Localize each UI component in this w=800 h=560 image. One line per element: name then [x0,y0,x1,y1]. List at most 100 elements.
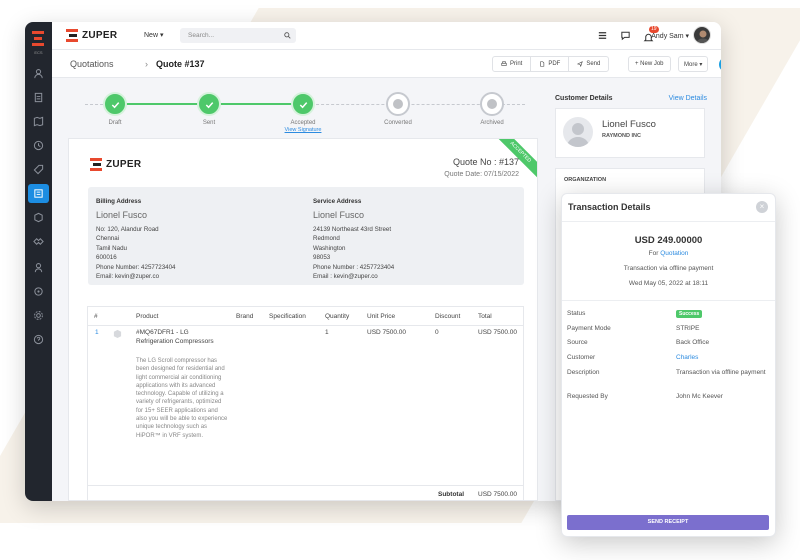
table-header: Product [136,313,159,320]
tag-icon[interactable] [31,162,46,177]
billing-heading: Billing Address [96,198,142,205]
customer-company: RAYMOND INC [602,133,641,139]
billing-line: No: 120, Alandur Road [96,225,159,233]
status-stepper: Draft Sent Accepted View Signature Conve… [65,92,545,136]
billing-address: Billing Address Lionel Fusco No: 120, Al… [96,197,175,282]
description-value: Transaction via offline payment [676,369,766,376]
handshake-icon[interactable] [31,234,46,249]
service-phone: Phone Number : 4257723404 [313,263,395,271]
step-label: Accepted [290,120,316,126]
tag-alt-icon[interactable] [31,284,46,299]
source-label: Source [567,339,588,346]
table-header: Total [478,313,492,320]
print-button[interactable]: Print [493,57,532,71]
user-avatar[interactable] [693,26,711,44]
service-line: 98053 [313,254,331,261]
send-receipt-button[interactable]: SEND RECEIPT [567,515,769,530]
sidebar-logo-caption: ECS [34,50,43,55]
map-icon[interactable] [31,114,46,129]
transaction-for: For Quotation [562,250,775,257]
step-converted[interactable]: Converted [358,92,438,126]
pending-dot-icon [386,92,410,116]
clipboard-icon[interactable] [31,90,46,105]
close-icon[interactable]: × [756,201,768,213]
service-heading: Service Address [313,198,362,205]
service-name: Lionel Fusco [313,209,365,220]
check-icon [103,92,127,116]
scroll-up-button[interactable]: ↑ [719,57,721,72]
step-draft[interactable]: Draft [75,92,155,126]
table-header: Discount [435,313,461,320]
view-details-link[interactable]: View Details [669,95,707,102]
pdf-button[interactable]: PDF [531,57,570,71]
subtotal-label: Subtotal [438,491,464,498]
list-icon[interactable] [597,30,608,41]
customer-details-title: Customer Details [555,95,613,102]
step-archived[interactable]: Archived [452,92,532,126]
quote-date: Quote Date: 07/15/2022 [444,171,519,178]
zuper-logo-icon [65,28,79,42]
view-signature-link[interactable]: View Signature [263,127,343,133]
user-icon[interactable] [31,260,46,275]
new-dropdown-button[interactable]: New ▾ [144,31,163,39]
brand-name: ZUPER [82,29,118,41]
table-header: Quantity [325,313,350,320]
quote-brand-name: ZUPER [106,158,142,170]
discount-cell: 0 [435,329,439,336]
breadcrumb-separator: › [145,59,148,69]
users-icon[interactable] [31,66,46,81]
check-icon [291,92,315,116]
customer-link[interactable]: Charles [676,353,772,362]
service-line: 24139 Northeast 43rd Street [313,225,392,233]
quotation-icon[interactable] [28,184,49,203]
payment-mode-value: STRIPE [676,325,700,332]
step-label: Converted [384,120,412,126]
action-button-group: Print PDF Send [492,56,610,72]
address-panel: Billing Address Lionel Fusco No: 120, Al… [88,187,524,285]
step-accepted[interactable]: Accepted View Signature [263,92,343,133]
search-placeholder: Search... [188,32,215,39]
user-menu[interactable]: Andy Sam ▾ [651,32,689,40]
more-dropdown-button[interactable]: More ▾ [678,56,709,72]
send-button[interactable]: Send [569,57,608,71]
quotation-link[interactable]: Quotation [660,250,688,257]
modal-title: Transaction Details [568,202,651,212]
new-job-button[interactable]: + New Job [628,56,671,72]
step-sent[interactable]: Sent [169,92,249,126]
page-title: Quote #137 [156,59,205,69]
table-header: # [94,313,98,320]
billing-phone: Phone Number: 4257723404 [96,263,176,271]
service-address: Service Address Lionel Fusco 24139 North… [313,197,394,282]
send-icon [577,61,584,67]
breadcrumb-quotations[interactable]: Quotations [70,59,114,69]
requested-by-value: John Mc Keever [676,393,723,400]
quote-number: Quote No : #137 [452,157,519,167]
source-value: Back Office [676,339,710,346]
status-label: Status [567,310,586,317]
gear-icon[interactable] [31,308,46,323]
billing-name: Lionel Fusco [96,209,148,220]
customer-card[interactable]: Lionel Fusco RAYMOND INC [555,108,705,158]
service-line: Redmond [313,235,340,242]
search-input[interactable]: Search... [180,28,296,43]
billing-line: Tamil Nadu [96,244,127,252]
product-thumbnail-icon [113,329,122,338]
quantity-cell: 1 [325,329,329,336]
brand-logo[interactable]: ZUPER [65,28,117,42]
service-line: Washington [313,244,346,252]
step-label: Sent [202,120,216,126]
clock-icon[interactable] [31,138,46,153]
step-label: Draft [108,120,122,126]
for-prefix: For [648,250,659,257]
subtotal-value: USD 7500.00 [478,491,518,498]
service-email: Email : kevin@zuper.co [313,273,378,280]
chat-icon[interactable] [620,30,631,41]
transaction-via: Transaction via offline payment [623,265,714,272]
pdf-label: PDF [548,61,561,67]
file-icon [540,61,545,67]
box-icon[interactable] [31,210,46,225]
help-icon[interactable] [31,332,46,347]
quote-logo: ZUPER [89,157,141,171]
sidebar-logo[interactable]: ECS [30,30,47,55]
product-name: #MQ67DFR1 - LG Refrigeration Compressors [136,329,214,345]
